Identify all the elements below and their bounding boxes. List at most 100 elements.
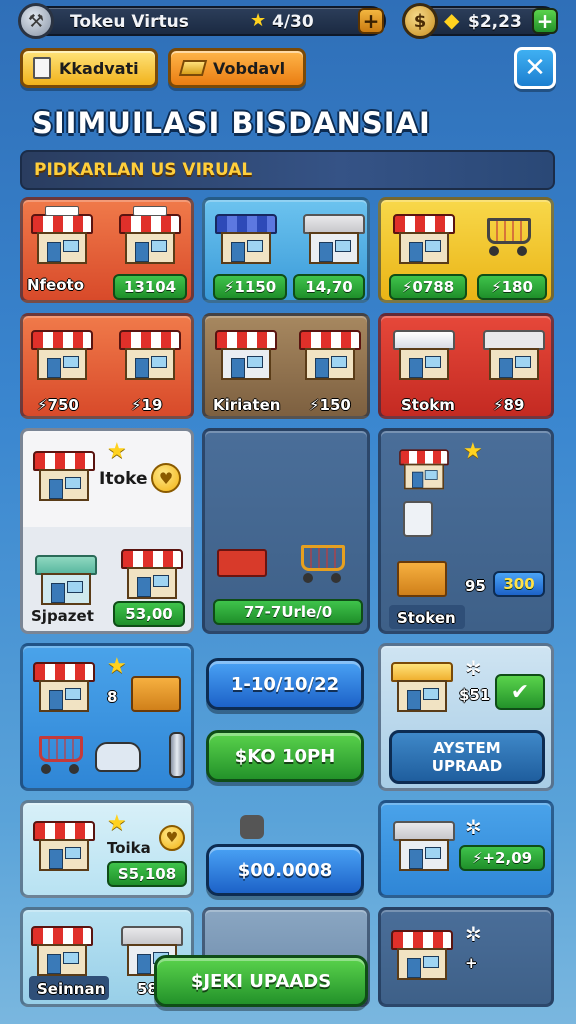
shop-card-brown-2[interactable]: Kiriaten ⚡150 [202, 313, 370, 419]
shop-label: Stoken [397, 609, 456, 627]
shop-label: Nfeoto [27, 276, 85, 294]
star-icon: ★ [107, 654, 127, 679]
coin-icon: $ [402, 3, 438, 39]
price-label: ⚡150 [309, 396, 351, 414]
shop-icon [121, 541, 183, 601]
item-number: 95 [465, 577, 486, 595]
stock-upgrade-button[interactable]: $JEKI UPAADS [154, 955, 368, 1007]
shop-icon [391, 654, 453, 714]
cart-icon [33, 732, 87, 776]
card-title: Itoke [99, 469, 148, 489]
price-tag[interactable]: 53,00 [113, 601, 185, 627]
price-tag[interactable]: ⚡ 1150 [213, 274, 287, 300]
item-number: $51 [459, 686, 491, 704]
player-pill[interactable]: Tokeu Virtus ★ 4/30 [26, 6, 386, 36]
check-button[interactable]: ✔ [495, 674, 545, 710]
shop-card-yellow-1[interactable]: ⚡ 0788 ⚡ 180 [378, 197, 554, 303]
price-label: ⚡89 [493, 396, 525, 414]
star-icon: ★ [107, 439, 127, 464]
price-tag[interactable]: 13104 [113, 274, 187, 300]
gem-icon: ◆ [444, 8, 460, 32]
price-tag[interactable]: ⚡ 0788 [389, 274, 467, 300]
shop-icon [31, 322, 93, 382]
gold-bar-icon [178, 60, 208, 76]
shop-icon [399, 443, 449, 491]
items-card[interactable]: ★ 95 300 Stoken [378, 428, 554, 634]
price-tag[interactable]: ⚡ 180 [477, 274, 547, 300]
shop-card-red-3[interactable]: Stokm ⚡89 [378, 313, 554, 419]
shop-icon [391, 922, 453, 982]
system-upgrade-button[interactable]: AYSTEM UPRAAD [389, 730, 545, 784]
basket-icon [217, 549, 267, 577]
item-number: 8 [107, 688, 118, 706]
shop-label: Sjpazet [31, 607, 94, 625]
close-icon: ✕ [524, 53, 546, 83]
star-icon: ★ [250, 10, 267, 31]
star-count: 4/30 [272, 12, 314, 32]
cylinder-icon [169, 732, 185, 778]
cart-icon [481, 214, 535, 258]
shop-icon [119, 322, 181, 382]
add-stars-button[interactable]: + [358, 8, 384, 34]
price-tag[interactable]: S5,108 [107, 861, 187, 887]
star-icon: ★ [107, 811, 127, 836]
system-upgrade-card[interactable]: ✲ $51 ✔ AYSTEM UPRAAD [378, 643, 554, 791]
price-tag[interactable]: ⚡ +2,09 [459, 845, 545, 871]
plus-label: + [465, 954, 478, 972]
shop-card-dark[interactable]: ✲ + [378, 907, 554, 1007]
shop-card-red-2[interactable]: ⚡750 ⚡19 [20, 313, 194, 419]
top-bar: Tokeu Virtus ★ 4/30 ⚒ + ◆ $2,23 $ + [0, 0, 576, 42]
shop-icon [215, 206, 277, 266]
heart-coin-icon: ♥ [151, 463, 181, 493]
price-tag[interactable]: 300 [493, 571, 545, 597]
date-button[interactable]: 1-10/10/22 [206, 658, 364, 710]
price-tag[interactable]: 14,70 [293, 274, 365, 300]
lock-icon [240, 815, 264, 839]
price-tag[interactable]: 77-7Urle/0 [213, 599, 363, 625]
shop-icon [33, 813, 95, 873]
check-icon: ✔ [510, 679, 530, 705]
shop-icon [33, 443, 95, 503]
document-icon [33, 57, 51, 79]
avatar[interactable]: ⚒ [18, 3, 54, 39]
price-button[interactable]: $KO 10PH [206, 730, 364, 782]
hammer-icon: ⚒ [27, 10, 45, 32]
crate-icon [131, 676, 181, 712]
shop-label: Stokm [401, 396, 455, 414]
heart-coin-icon: ♥ [159, 825, 185, 851]
shop-icon [393, 206, 455, 266]
price-label: ⚡750 [37, 396, 79, 414]
shop-card-red-1[interactable]: Nfeoto 13104 [20, 197, 194, 303]
car-icon [95, 742, 141, 772]
shop-card-toika[interactable]: ★ Toika ♥ S5,108 [20, 800, 194, 898]
add-coins-button[interactable]: + [532, 8, 558, 34]
shop-icon [119, 206, 181, 266]
shop-icon [393, 322, 455, 382]
coin-count: $2,23 [468, 12, 522, 32]
shop-card-income[interactable]: ✲ ⚡ +2,09 [378, 800, 554, 898]
shop-icon [31, 206, 93, 266]
page-title: SIIMUILASI BISDANSIAI [32, 106, 431, 140]
shop-icon [33, 654, 95, 714]
balance-button[interactable]: $00.0008 [206, 844, 364, 896]
shop-icon [215, 322, 277, 382]
player-name: Tokeu Virtus [70, 12, 189, 32]
shop-card-blue-1[interactable]: ⚡ 1150 14,70 [202, 197, 370, 303]
gear-icon: ✲ [465, 922, 482, 946]
shop-label: Kiriaten [213, 396, 281, 414]
crate-icon [397, 561, 447, 597]
tab-kkadvati[interactable]: Kkadvati [20, 48, 158, 88]
card-title: Toika [107, 839, 151, 857]
tab-vobdavl[interactable]: Vobdavl [168, 48, 306, 88]
equipment-card[interactable]: ★ 8 [20, 643, 194, 791]
machine-icon [403, 501, 433, 537]
shop-card-white[interactable]: ★ Itoke ♥ Sjpazet 53,00 [20, 428, 194, 634]
close-button[interactable]: ✕ [514, 47, 556, 89]
shop-icon [393, 813, 455, 873]
shop-icon [303, 206, 365, 266]
shop-label: Seinnan [37, 980, 106, 998]
cart-card[interactable]: 77-7Urle/0 [202, 428, 370, 634]
price-label: ⚡19 [131, 396, 163, 414]
shop-icon [299, 322, 361, 382]
gear-icon: ✲ [465, 815, 482, 839]
